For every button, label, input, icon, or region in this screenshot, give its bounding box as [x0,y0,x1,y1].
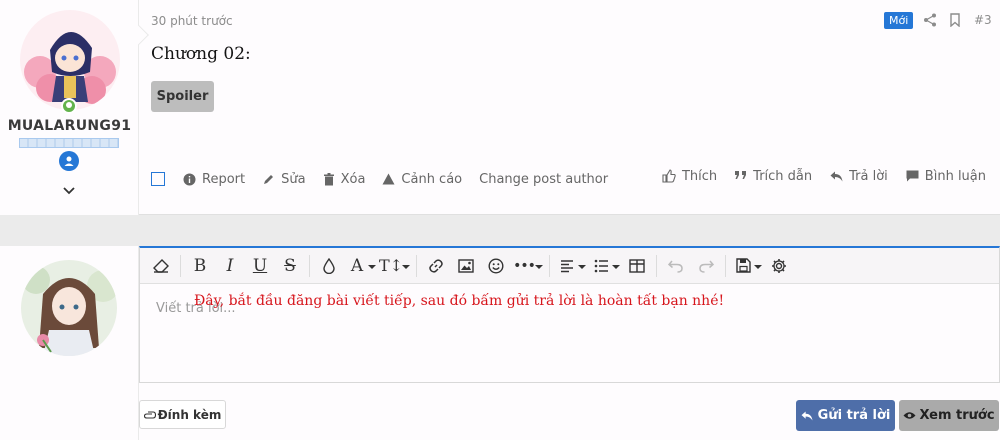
comment-icon [906,170,919,182]
reply-label: Trả lời [849,168,888,184]
bookmark-icon[interactable] [948,12,964,28]
reply-editor[interactable]: B I U S A T↕ ••• Viết trả lời... Đây, bắ… [139,246,1000,383]
info-icon [183,173,196,185]
like-label: Thích [681,168,718,184]
reply-hint-text: Đây, bắt đầu đăng bài viết tiếp, sau đó … [194,293,725,309]
submit-reply-button[interactable]: Gửi trả lời [796,400,895,431]
paperclip-icon [143,410,156,419]
save-draft-icon[interactable] [730,251,764,281]
color-drop-icon[interactable] [314,251,344,281]
eye-icon [903,412,916,419]
warn-label: Cảnh cáo [401,171,463,187]
font-size-icon[interactable]: T↕ [378,251,412,281]
thumbs-up-icon [662,169,676,183]
quote-icon [735,171,747,179]
list-icon[interactable] [588,251,622,281]
spoiler-button[interactable]: Spoiler [151,81,214,112]
editor-toolbar: B I U S A T↕ ••• [140,248,999,284]
comment-button[interactable]: Bình luận [906,169,986,184]
select-post-checkbox[interactable] [151,172,165,186]
undo-icon[interactable] [661,251,691,281]
strikethrough-icon[interactable]: S [275,251,305,281]
change-author-label: Change post author [479,171,609,187]
toolbar-separator [656,254,657,277]
new-badge: Mới [884,12,914,29]
toolbar-separator [725,254,726,277]
link-icon[interactable] [421,251,451,281]
underline-icon[interactable]: U [245,251,275,281]
reply-arrow-icon [830,171,843,181]
emoji-icon[interactable] [481,251,511,281]
warning-icon [382,173,395,185]
post-container: MUALARUNG91 30 phút trước Mới #3 Chương … [0,0,1000,215]
more-options-icon[interactable]: ••• [511,251,545,281]
quote-button[interactable]: Trích dẫn [735,169,812,184]
user-column-arrow [129,25,149,45]
avatar[interactable] [20,10,120,110]
reply-arrow-icon [801,410,813,421]
avatar[interactable] [21,260,117,356]
comment-label: Bình luận [924,168,986,184]
toolbar-separator [416,254,417,277]
edit-button[interactable]: Sửa [262,171,306,187]
bold-icon[interactable]: B [185,251,215,281]
preview-button[interactable]: Xem trước [899,400,999,431]
username[interactable]: MUALARUNG91 [0,118,139,134]
post-content-title: Chương 02: [151,44,251,64]
share-icon[interactable] [923,12,939,28]
post-user-column: MUALARUNG91 [0,0,149,215]
delete-button[interactable]: Xóa [323,171,366,187]
attach-files-button[interactable]: Đính kèm [139,400,226,429]
pencil-icon [264,174,274,184]
online-status-icon [61,98,77,114]
reply-button[interactable]: Trả lời [830,169,888,184]
preview-label: Xem trước [919,408,995,423]
attach-label: Đính kèm [157,407,222,422]
italic-icon[interactable]: I [215,251,245,281]
table-icon[interactable] [622,251,652,281]
image-icon[interactable] [451,251,481,281]
change-author-button[interactable]: Change post author [479,172,608,187]
quote-label: Trích dẫn [753,168,813,184]
delete-label: Xóa [340,171,366,187]
align-icon[interactable] [554,251,588,281]
toolbar-separator [180,254,181,277]
post-number-link[interactable]: #3 [974,13,992,27]
font-family-icon[interactable]: A [344,251,378,281]
report-button[interactable]: Report [183,172,245,187]
warn-button[interactable]: Cảnh cáo [382,172,462,187]
post-timestamp[interactable]: 30 phút trước [151,14,233,28]
toolbar-separator [309,254,310,277]
quick-reply: B I U S A T↕ ••• Viết trả lời... Đây, bắ… [0,246,1000,440]
post-actions-right: Thích Trích dẫn Trả lời Bình luận [644,167,986,185]
post-actions-left: Report Sửa Xóa Cảnh cáo Change post auth… [151,170,625,188]
like-button[interactable]: Thích [662,169,717,184]
reply-user-column [0,246,139,440]
toolbar-separator [549,254,550,277]
redo-icon[interactable] [691,251,721,281]
trash-icon [323,172,334,185]
gear-icon[interactable] [764,251,794,281]
user-role-icon [59,151,79,171]
edit-label: Sửa [281,171,306,187]
submit-label: Gửi trả lời [817,408,891,423]
chevron-down-icon[interactable] [60,182,78,200]
report-label: Report [202,171,246,187]
user-banner [19,138,119,148]
eraser-icon[interactable] [146,251,176,281]
